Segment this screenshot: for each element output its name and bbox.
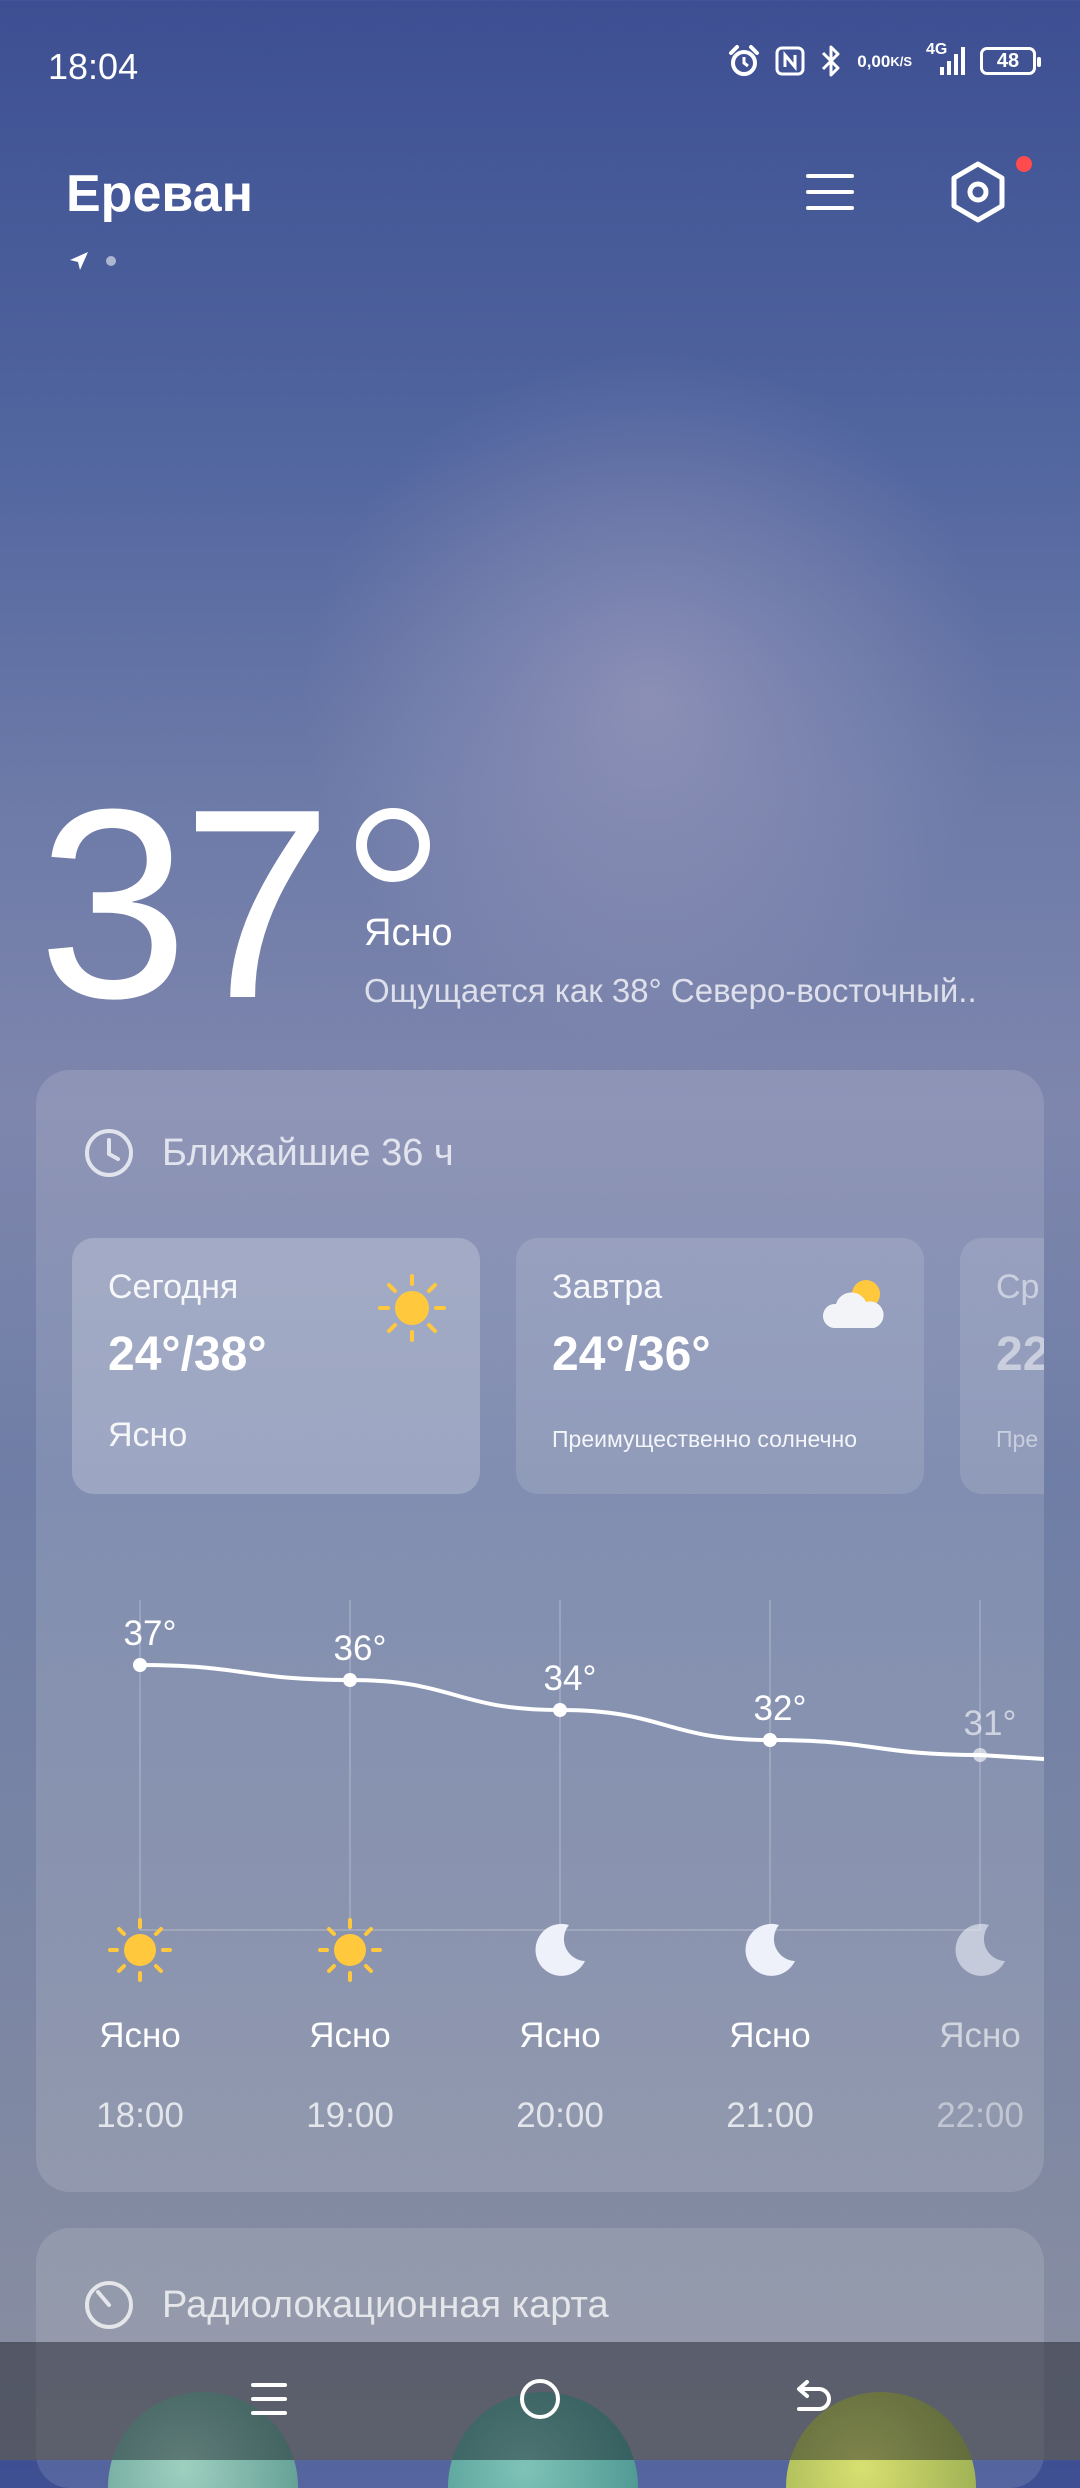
temperature-label: 37°: [124, 1614, 177, 1653]
notification-dot: [1016, 156, 1032, 172]
day-temp-range: 22: [996, 1328, 1044, 1381]
hour-time: 18:00: [96, 2096, 184, 2135]
moon-icon: [900, 1910, 1044, 1990]
hour-condition: Ясно: [729, 2016, 811, 2055]
network-type: 4G: [926, 41, 948, 58]
day-card-tomorrow[interactable]: Завтра 24°/36° Преимущественно солнечно: [516, 1238, 924, 1494]
hour-time: 22:00: [936, 2096, 1024, 2135]
hourly-forecast-list: Ясно 18:00 Ясно 19:00 Ясно 20:00 Ясно 21…: [36, 1910, 1044, 2170]
day-card-wednesday[interactable]: Ср 22 Пре: [960, 1238, 1044, 1494]
day-description: Преимущественно солнечно: [552, 1426, 858, 1452]
hour-item[interactable]: Ясно 21:00: [690, 1910, 850, 2136]
day-description: Пре: [996, 1426, 1039, 1452]
net-speed-value: 0,00: [857, 51, 891, 71]
back-button[interactable]: [776, 2364, 846, 2434]
hexagon-settings-icon: [951, 161, 1005, 223]
hour-time: 19:00: [306, 2096, 394, 2135]
network-speed: 0,00 K/S: [857, 53, 912, 70]
battery-indicator: 48: [980, 47, 1041, 75]
hour-item[interactable]: Ясно 18:00: [60, 1910, 220, 2136]
home-button[interactable]: [505, 2364, 575, 2434]
hour-time: 20:00: [516, 2096, 604, 2135]
temperature-point: [553, 1703, 567, 1717]
page-dot: [106, 256, 116, 266]
system-navigation-bar: [0, 2342, 1080, 2460]
temperature-point: [133, 1658, 147, 1672]
radar-card-title: Радиолокационная карта: [162, 2283, 609, 2326]
home-circle-icon: [520, 2379, 560, 2419]
hourly-temperature-chart: 37° 36° 34° 32° 31°: [124, 1600, 1044, 1931]
forecast-card-title: Ближайшие 36 ч: [162, 1131, 454, 1174]
partly-cloudy-icon: [820, 1272, 892, 1343]
net-speed-unit: K/S: [890, 53, 912, 69]
recent-apps-button[interactable]: [234, 2364, 304, 2434]
page-indicator: [68, 250, 116, 272]
temperature-label: 31°: [964, 1704, 1017, 1743]
status-bar: 18:04 0,00 K/S 4G 48: [0, 0, 1080, 135]
temperature-point: [343, 1673, 357, 1687]
city-name[interactable]: Ереван: [66, 164, 253, 224]
daily-forecast-list: Сегодня 24°/38° Ясно Завтра 24°/36° Преи…: [72, 1238, 1044, 1494]
menu-icon: [806, 174, 854, 210]
alarm-icon: [727, 44, 761, 78]
hour-item[interactable]: Ясно 19:00: [270, 1910, 430, 2136]
menu-button[interactable]: [800, 162, 860, 222]
battery-level: 48: [996, 49, 1020, 72]
temperature-label: 32°: [754, 1689, 807, 1728]
location-arrow-icon: [70, 252, 88, 270]
hour-item[interactable]: Ясно 22:00: [900, 1910, 1044, 2136]
radar-card-header: Радиолокационная карта: [82, 2278, 609, 2332]
temperature-point: [763, 1733, 777, 1747]
moon-icon: [480, 1910, 640, 1990]
hour-time: 21:00: [726, 2096, 814, 2135]
hour-item[interactable]: Ясно 20:00: [480, 1910, 640, 2136]
sun-icon: [270, 1910, 430, 1990]
radar-icon: [85, 2281, 133, 2329]
hour-condition: Ясно: [309, 2016, 391, 2055]
bluetooth-icon: [819, 44, 843, 78]
back-icon: [797, 2380, 831, 2411]
settings-button[interactable]: [942, 156, 1014, 228]
status-time: 18:04: [48, 46, 139, 87]
forecast-card-header: Ближайшие 36 ч: [82, 1126, 454, 1180]
temperature-point: [973, 1748, 987, 1762]
temperature-label: 34°: [544, 1659, 597, 1698]
hour-condition: Ясно: [939, 2016, 1021, 2055]
day-description: Ясно: [108, 1416, 188, 1454]
feels-like-text[interactable]: Ощущается как 38° Северо-восточный..: [364, 972, 1044, 1010]
degree-symbol: [356, 808, 430, 882]
hour-condition: Ясно: [99, 2016, 181, 2055]
recent-apps-icon: [251, 2383, 287, 2415]
forecast-card[interactable]: Ближайшие 36 ч Сегодня 24°/38° Ясно Завт…: [36, 1070, 1044, 2192]
day-card-today[interactable]: Сегодня 24°/38° Ясно: [72, 1238, 480, 1494]
sun-icon: [60, 1910, 220, 1990]
temperature-label: 36°: [334, 1629, 387, 1668]
signal-icon: 4G: [926, 41, 966, 77]
day-name: Ср: [996, 1268, 1040, 1306]
hour-condition: Ясно: [519, 2016, 601, 2055]
moon-icon: [690, 1910, 850, 1990]
sun-icon: [376, 1272, 448, 1349]
clock-icon: [85, 1129, 133, 1177]
current-condition: Ясно: [364, 912, 453, 954]
nfc-icon: [775, 46, 805, 76]
current-temperature: 37: [38, 754, 332, 1055]
